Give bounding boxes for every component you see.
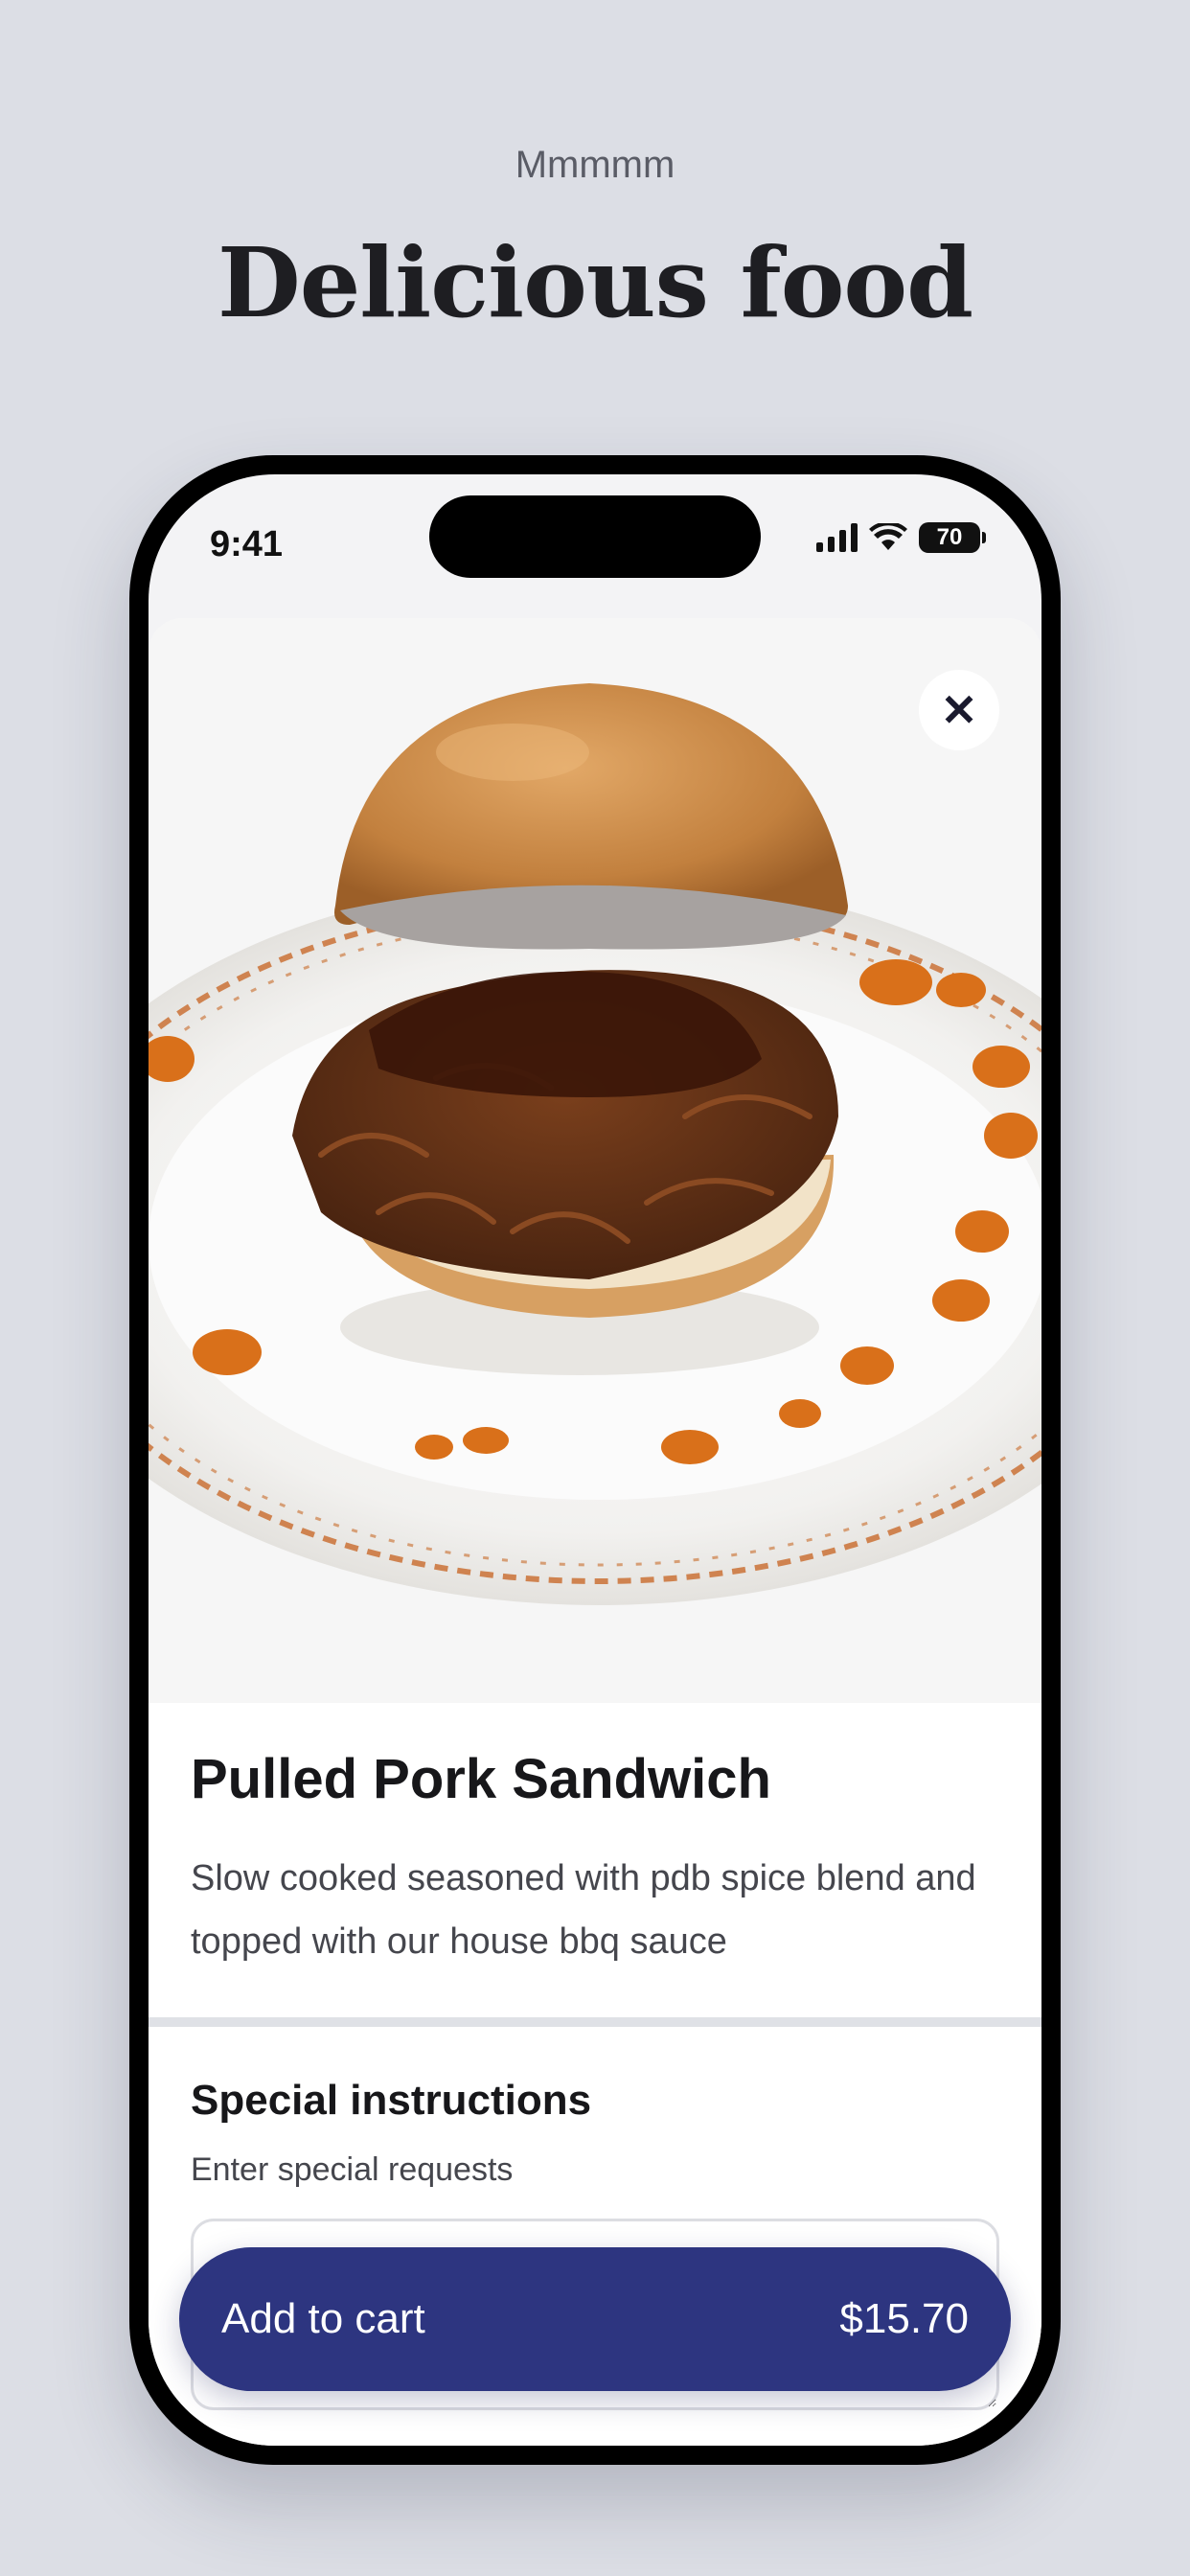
product-image bbox=[149, 618, 1041, 1703]
add-to-cart-label: Add to cart bbox=[221, 2295, 425, 2342]
product-description: Slow cooked seasoned with pdb spice blen… bbox=[191, 1858, 976, 1962]
add-to-cart-button[interactable]: Add to cart $15.70 bbox=[179, 2247, 1011, 2391]
cellular-signal-icon bbox=[816, 523, 858, 552]
status-time: 9:41 bbox=[210, 524, 284, 564]
battery-icon: 70 bbox=[919, 522, 986, 553]
section-divider bbox=[149, 2017, 1041, 2027]
special-instructions-title: Special instructions bbox=[191, 2077, 592, 2124]
promo-title: Delicious food bbox=[217, 226, 973, 339]
product-sheet: ✕ Pulled Pork Sandwich Slow cooked seaso… bbox=[149, 618, 1041, 2446]
wifi-icon bbox=[869, 523, 907, 550]
phone-frame: 9:41 70 ✕ Pulled Pork Sandwich Slow cook… bbox=[129, 455, 1061, 2465]
close-icon: ✕ bbox=[940, 685, 978, 735]
special-instructions-subtitle: Enter special requests bbox=[191, 2151, 514, 2188]
phone-screen: 9:41 70 ✕ Pulled Pork Sandwich Slow cook… bbox=[149, 474, 1041, 2446]
status-icons: 70 bbox=[816, 522, 986, 553]
close-button[interactable]: ✕ bbox=[919, 670, 999, 750]
sandwich-illustration bbox=[149, 618, 1041, 1703]
product-name: Pulled Pork Sandwich bbox=[191, 1748, 771, 1810]
promo-kicker: Mmmmm bbox=[515, 144, 675, 186]
dynamic-island bbox=[429, 495, 761, 578]
cart-price: $15.70 bbox=[839, 2295, 969, 2342]
